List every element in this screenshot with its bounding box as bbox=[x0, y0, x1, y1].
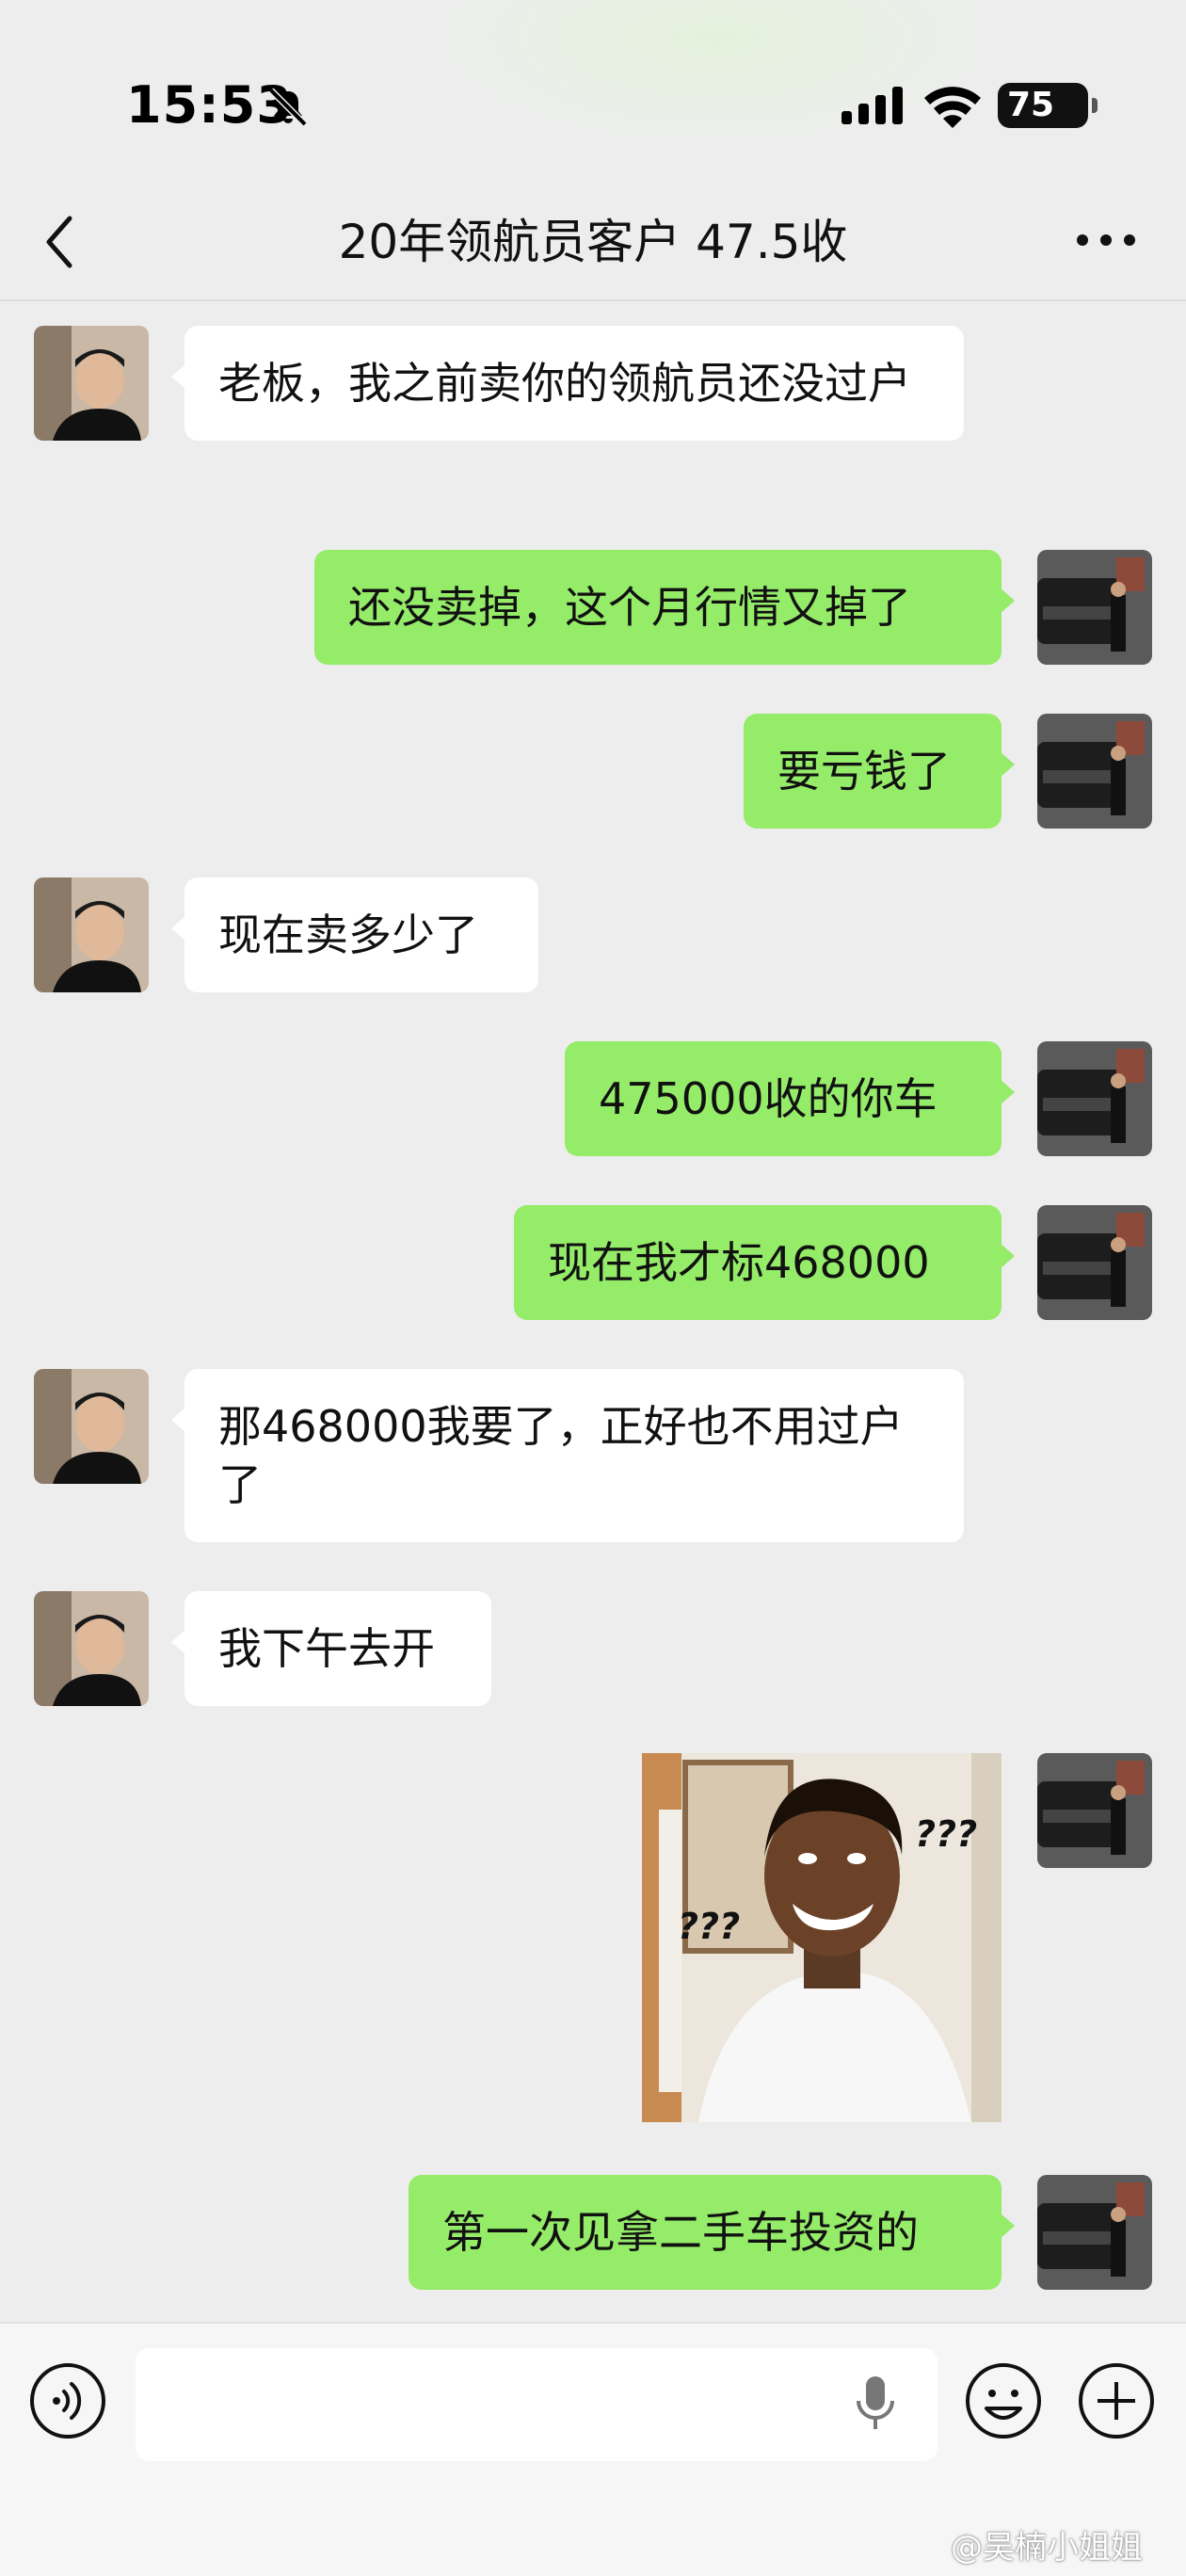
contact-avatar[interactable] bbox=[34, 1591, 149, 1706]
meme-sticker[interactable]: ??? ??? bbox=[642, 1753, 1002, 2122]
message-bubble[interactable]: 现在我才标468000 bbox=[514, 1205, 1015, 1320]
wifi-icon bbox=[924, 87, 981, 128]
message-bubble[interactable]: 那468000我要了，正好也不用过户了 bbox=[171, 1369, 964, 1542]
plus-icon[interactable] bbox=[1077, 2361, 1156, 2440]
status-bar: 15:53 75 bbox=[0, 0, 1186, 188]
message-bubble[interactable]: 我下午去开 bbox=[171, 1591, 491, 1706]
my-avatar[interactable] bbox=[1037, 2175, 1152, 2290]
message-bubble[interactable]: 要亏钱了 bbox=[744, 714, 1015, 829]
my-avatar[interactable] bbox=[1037, 714, 1152, 829]
watermark: @吴楠小姐姐 bbox=[951, 2529, 1143, 2567]
message-bubble[interactable]: 475000收的你车 bbox=[565, 1041, 1015, 1156]
bell-slash-icon bbox=[268, 88, 308, 127]
chat-title: 20年领航员客户 47.5收 bbox=[338, 215, 848, 269]
voice-icon[interactable] bbox=[28, 2361, 107, 2440]
signal-icon bbox=[841, 87, 903, 124]
more-dots-icon[interactable] bbox=[1073, 217, 1139, 264]
message-bubble[interactable]: 第一次见拿二手车投资的 bbox=[409, 2175, 1015, 2290]
my-avatar[interactable] bbox=[1037, 1753, 1152, 1868]
contact-avatar[interactable] bbox=[34, 877, 149, 992]
sticker-text: ??? bbox=[678, 1906, 741, 1947]
chat-header: 20年领航员客户 47.5收 bbox=[0, 188, 1186, 301]
message-bubble[interactable]: 老板，我之前卖你的领航员还没过户 bbox=[171, 326, 964, 441]
message-bubble[interactable]: 还没卖掉，这个月行情又掉了 bbox=[314, 550, 1015, 665]
my-avatar[interactable] bbox=[1037, 550, 1152, 665]
contact-avatar[interactable] bbox=[34, 1369, 149, 1484]
battery-indicator: 75 bbox=[998, 83, 1098, 128]
my-avatar[interactable] bbox=[1037, 1041, 1152, 1156]
message-bubble[interactable]: 现在卖多少了 bbox=[171, 877, 538, 992]
message-input[interactable] bbox=[136, 2348, 938, 2461]
my-avatar[interactable] bbox=[1037, 1205, 1152, 1320]
microphone-icon[interactable] bbox=[847, 2371, 904, 2439]
contact-avatar[interactable] bbox=[34, 326, 149, 441]
header-divider bbox=[0, 299, 1186, 301]
sticker-text: ??? bbox=[915, 1813, 978, 1855]
battery-level: 75 bbox=[1007, 86, 1055, 124]
emoji-icon[interactable] bbox=[964, 2361, 1043, 2440]
